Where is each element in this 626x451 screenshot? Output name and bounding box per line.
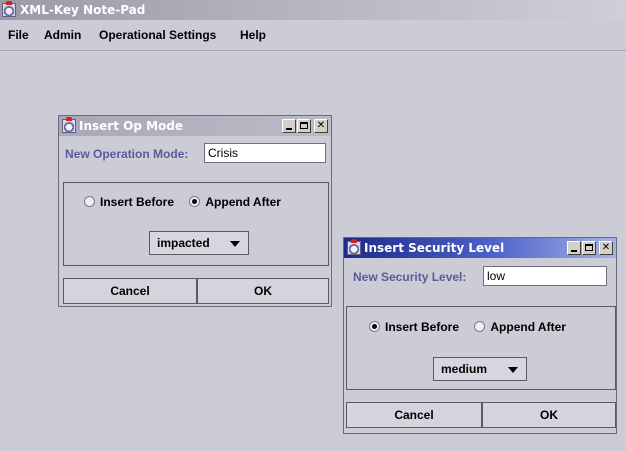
cancel-button[interactable]: Cancel — [346, 402, 482, 428]
chevron-down-icon — [508, 367, 518, 373]
security-level-label: New Security Level: — [353, 270, 467, 284]
insert-op-mode-title-bar[interactable]: Insert Op Mode ✕ — [59, 116, 331, 136]
insert-op-mode-dialog: Insert Op Mode ✕ New Operation Mode: Cri… — [58, 115, 332, 307]
dropdown-value: impacted — [157, 236, 210, 250]
append-after-radio[interactable]: Append After — [189, 195, 281, 209]
append-after-label: Append After — [490, 320, 566, 334]
cancel-button[interactable]: Cancel — [63, 278, 197, 304]
window-title: XML-Key Note-Pad — [20, 3, 146, 17]
append-after-radio[interactable]: Append After — [474, 320, 566, 334]
options-panel: Insert Before Append After impacted — [63, 182, 329, 266]
insert-before-radio[interactable]: Insert Before — [84, 195, 174, 209]
ok-button[interactable]: OK — [482, 402, 616, 428]
position-radio-group: Insert Before Append After — [369, 320, 566, 334]
dialog-title: Insert Op Mode — [79, 119, 184, 133]
append-after-label: Append After — [205, 195, 281, 209]
menu-operational-settings[interactable]: Operational Settings — [99, 28, 216, 42]
position-radio-group: Insert Before Append After — [84, 195, 281, 209]
menu-admin[interactable]: Admin — [44, 28, 81, 42]
minimize-icon[interactable] — [282, 119, 296, 133]
insert-security-level-dialog: Insert Security Level ✕ New Security Lev… — [343, 237, 617, 434]
insert-before-radio[interactable]: Insert Before — [369, 320, 459, 334]
menu-help[interactable]: Help — [240, 28, 266, 42]
dropdown-value: medium — [441, 362, 488, 376]
java-cup-icon — [347, 239, 361, 255]
menu-file[interactable]: File — [8, 28, 29, 42]
insert-security-level-title-bar[interactable]: Insert Security Level ✕ — [344, 238, 616, 258]
radio-selected-icon — [369, 321, 380, 332]
operation-mode-label: New Operation Mode: — [65, 147, 189, 161]
menu-bar: File Admin Operational Settings Help — [0, 20, 626, 51]
radio-selected-icon — [189, 196, 201, 207]
insert-before-label: Insert Before — [385, 320, 460, 334]
operation-mode-input[interactable]: Crisis — [204, 143, 326, 163]
security-level-dropdown[interactable]: medium — [433, 357, 527, 381]
close-icon[interactable]: ✕ — [314, 119, 328, 133]
radio-unselected-icon — [84, 196, 95, 207]
java-cup-icon — [62, 117, 76, 133]
op-mode-level-dropdown[interactable]: impacted — [149, 231, 249, 255]
chevron-down-icon — [230, 241, 240, 247]
close-icon[interactable]: ✕ — [599, 241, 613, 255]
minimize-icon[interactable] — [567, 241, 581, 255]
main-title-bar[interactable]: XML-Key Note-Pad — [0, 0, 626, 20]
ok-button[interactable]: OK — [197, 278, 329, 304]
maximize-icon[interactable] — [297, 119, 311, 133]
java-cup-icon — [2, 1, 16, 17]
options-panel: Insert Before Append After medium — [346, 306, 616, 390]
security-level-input[interactable]: low — [483, 266, 607, 286]
insert-before-label: Insert Before — [100, 195, 175, 209]
dialog-title: Insert Security Level — [364, 241, 505, 255]
radio-unselected-icon — [474, 321, 486, 332]
maximize-icon[interactable] — [582, 241, 596, 255]
